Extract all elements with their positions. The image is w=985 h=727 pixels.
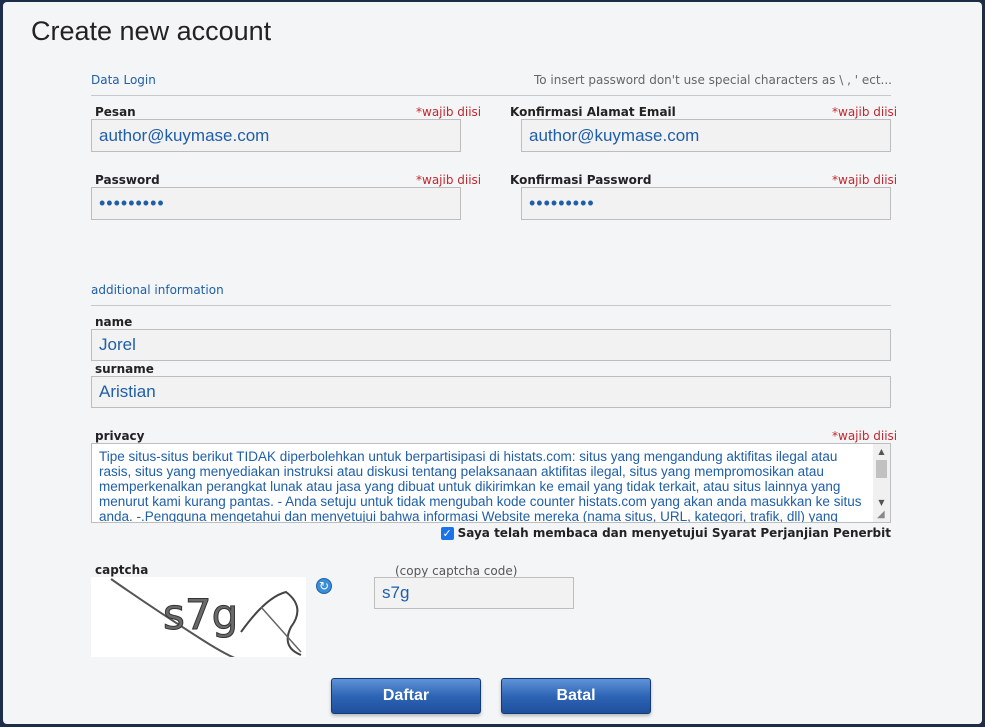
required-marker: *wajib diisi [832,173,898,187]
password-confirm-field[interactable] [521,187,891,220]
password-confirm-label: Konfirmasi Password [510,173,652,187]
captcha-image: s7g [91,577,306,663]
captcha-input[interactable] [374,577,574,609]
agree-label[interactable]: Saya telah membaca dan menyetujui Syarat… [458,526,891,540]
privacy-label: privacy [95,429,145,443]
captcha-svg: s7g [110,578,302,663]
page-title: Create new account [31,16,272,46]
section-divider [91,95,891,96]
email-confirm-label: Konfirmasi Alamat Email [510,105,676,119]
section-divider [91,305,891,306]
required-marker: *wajib diisi [416,173,482,187]
scroll-thumb[interactable] [876,460,887,478]
name-label: name [95,315,133,329]
required-marker: *wajib diisi [832,105,898,119]
required-marker: *wajib diisi [416,105,482,119]
password-label: Password [95,173,160,187]
captcha-hint: (copy captcha code) [395,564,518,578]
surname-field[interactable] [91,376,891,408]
email-field[interactable] [91,119,461,152]
agree-row[interactable]: ✓ Saya telah membaca dan menyetujui Syar… [440,526,891,540]
email-label: Pesan [95,105,136,119]
captcha-label: captcha [95,563,149,577]
refresh-captcha-icon[interactable]: ↻ [316,578,332,594]
cancel-button[interactable]: Batal [501,678,651,714]
section-login-header: Data Login [91,73,156,87]
email-confirm-field[interactable] [521,119,891,152]
password-field[interactable] [91,187,461,220]
scroll-up-icon[interactable]: ▲ [873,444,890,459]
resize-grip-icon[interactable]: ◢ [877,509,889,521]
required-marker: *wajib diisi [832,429,898,443]
agree-checkbox[interactable]: ✓ [440,526,454,540]
section-additional-header: additional information [91,283,224,297]
captcha-glyphs: s7g [163,590,238,639]
submit-button[interactable]: Daftar [331,678,481,714]
privacy-text: Tipe situs-situs berikut TIDAK diperbole… [99,449,862,523]
privacy-textarea[interactable]: Tipe situs-situs berikut TIDAK diperbole… [91,443,891,523]
surname-label: surname [95,362,154,376]
create-account-dialog: Create new account Data Login To insert … [3,2,982,724]
name-field[interactable] [91,329,891,361]
scroll-down-icon[interactable]: ▼ [873,495,890,510]
password-hint: To insert password don't use special cha… [533,73,892,87]
